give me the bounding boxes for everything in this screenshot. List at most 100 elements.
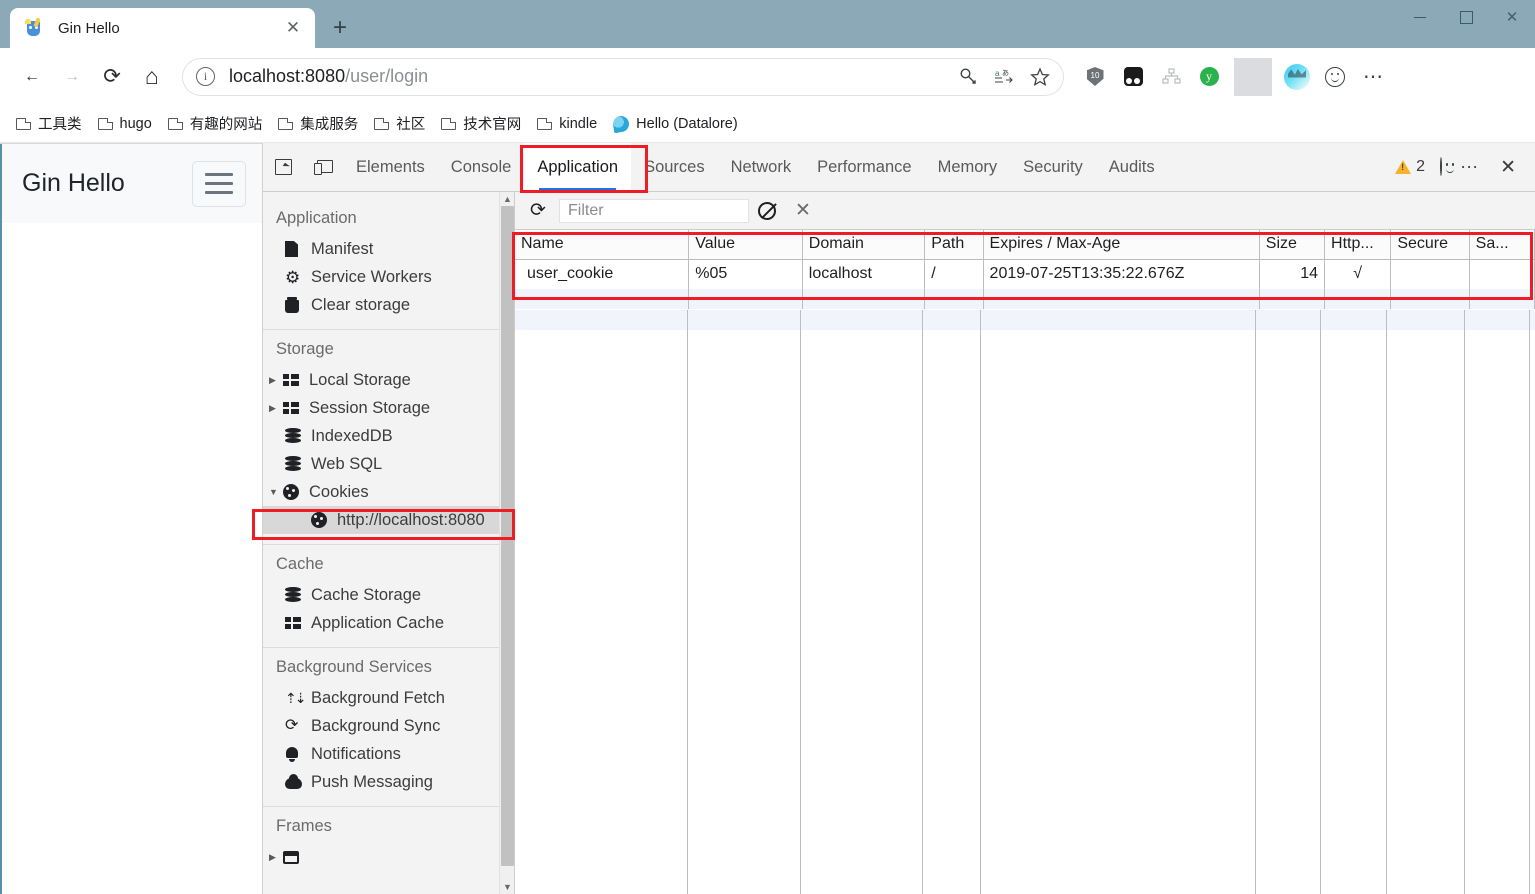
translate-icon[interactable]: aあ (986, 61, 1022, 93)
window-close-button[interactable]: ✕ (1489, 0, 1535, 34)
scroll-up-arrow-icon[interactable]: ▲ (502, 193, 513, 205)
sitemap-icon[interactable] (1152, 58, 1190, 96)
chevron-down-icon[interactable]: ▼ (269, 487, 283, 497)
tab-memory[interactable]: Memory (925, 143, 1011, 191)
column-header-name[interactable]: Name (515, 230, 689, 259)
browser-menu-dots[interactable]: ⋯ (1354, 58, 1392, 96)
sidebar-item-cookie-origin[interactable]: http://localhost:8080 (263, 506, 514, 534)
folder-icon (98, 118, 113, 130)
column-header-httponly[interactable]: Http... (1325, 230, 1391, 259)
tab-elements[interactable]: Elements (343, 143, 438, 191)
sidebar-item-frame[interactable]: ▶ (263, 843, 514, 871)
column-header-expires[interactable]: Expires / Max-Age (983, 230, 1259, 259)
cell-samesite[interactable] (1469, 259, 1534, 289)
sidebar-item-background-sync[interactable]: ⟳ Background Sync (263, 712, 514, 740)
column-header-secure[interactable]: Secure (1391, 230, 1469, 259)
address-bar[interactable]: i localhost:8080/user/login aあ (182, 58, 1064, 96)
refresh-cookies-icon[interactable]: ⟳ (523, 197, 553, 225)
home-icon[interactable]: ⌂ (132, 57, 172, 97)
green-y-icon[interactable]: y (1190, 58, 1228, 96)
chevron-right-icon[interactable]: ▶ (269, 852, 283, 863)
bookmark-item[interactable]: 集成服务 (270, 110, 366, 138)
back-icon[interactable]: ← (12, 57, 52, 97)
tab-security[interactable]: Security (1010, 143, 1096, 191)
clear-all-cookies-icon[interactable] (749, 197, 785, 225)
window-minimize-button[interactable] (1397, 0, 1443, 34)
sidebar-item-cache-storage[interactable]: Cache Storage (263, 581, 514, 609)
cell-path[interactable]: / (925, 259, 983, 289)
cell-expires[interactable]: 2019-07-25T13:35:22.676Z (983, 259, 1259, 289)
shield-icon[interactable]: 10 (1076, 58, 1114, 96)
new-tab-button[interactable]: + (323, 11, 357, 45)
key-icon[interactable] (950, 61, 986, 93)
sidebar-scrollbar[interactable]: ▲ ▼ (499, 192, 514, 894)
cell-value[interactable]: %05 (689, 259, 803, 289)
empty-cell (689, 289, 803, 309)
column-header-samesite[interactable]: Sa... (1469, 230, 1534, 259)
devtools-close-icon[interactable]: ✕ (1491, 156, 1525, 179)
cell-name[interactable]: user_cookie (515, 259, 689, 289)
devtools-more-options-icon[interactable]: ⋯ (1451, 157, 1489, 178)
bookmark-item[interactable]: hugo (90, 110, 160, 138)
column-header-value[interactable]: Value (689, 230, 803, 259)
folder-icon (278, 118, 293, 130)
reload-icon[interactable]: ⟳ (92, 57, 132, 97)
tab-close-icon[interactable]: ✕ (279, 14, 307, 42)
tab-audits[interactable]: Audits (1096, 143, 1168, 191)
device-toolbar-icon[interactable] (303, 143, 343, 191)
bookmark-label: hugo (120, 116, 152, 132)
bookmark-item[interactable]: 有趣的网站 (160, 110, 271, 138)
forward-icon[interactable]: → (52, 57, 92, 97)
chevron-right-icon[interactable]: ▶ (269, 403, 283, 414)
bookmark-item[interactable]: 工具类 (8, 110, 90, 138)
sidebar-item-background-fetch[interactable]: ⇡⇣ Background Fetch (263, 684, 514, 712)
cookies-filter-input[interactable]: Filter (559, 199, 749, 223)
star-icon[interactable] (1022, 61, 1058, 93)
profile-avatar[interactable] (1278, 58, 1316, 96)
chevron-right-icon[interactable]: ▶ (269, 375, 283, 386)
bookmark-item[interactable]: 社区 (366, 110, 433, 138)
column-header-size[interactable]: Size (1259, 230, 1324, 259)
sidebar-item-application-cache[interactable]: Application Cache (263, 609, 514, 637)
tab-sources[interactable]: Sources (631, 143, 718, 191)
inspect-element-icon[interactable] (263, 143, 303, 191)
site-brand[interactable]: Gin Hello (22, 169, 125, 198)
empty-cell (1469, 289, 1534, 309)
smiley-icon[interactable] (1316, 58, 1354, 96)
browser-tab[interactable]: Gin Hello ✕ (10, 8, 315, 48)
tab-network[interactable]: Network (718, 143, 805, 191)
sidebar-item-push-messaging[interactable]: Push Messaging (263, 768, 514, 796)
column-header-path[interactable]: Path (925, 230, 983, 259)
tab-application[interactable]: Application (524, 143, 631, 191)
sidebar-item-indexeddb[interactable]: IndexedDB (263, 422, 514, 450)
browser-toolbar: ← → ⟳ ⌂ i localhost:8080/user/login aあ 1… (0, 48, 1535, 105)
sidebar-item-web-sql[interactable]: Web SQL (263, 450, 514, 478)
sidebar-item-clear-storage[interactable]: Clear storage (263, 291, 514, 319)
cell-secure[interactable] (1391, 259, 1469, 289)
table-row[interactable]: user_cookie %05 localhost / 2019-07-25T1… (515, 259, 1535, 289)
cell-httponly[interactable]: √ (1325, 259, 1391, 289)
scrollbar-thumb[interactable] (501, 206, 514, 866)
sidebar-item-notifications[interactable]: Notifications (263, 740, 514, 768)
hamburger-menu-button[interactable] (192, 161, 246, 207)
sidebar-item-service-workers[interactable]: ⚙ Service Workers (263, 263, 514, 291)
bookmark-item[interactable]: Hello (Datalore) (605, 110, 746, 138)
dark-square-icon[interactable] (1114, 58, 1152, 96)
tab-console[interactable]: Console (438, 143, 525, 191)
sidebar-item-cookies[interactable]: ▼ Cookies (263, 478, 514, 506)
sidebar-item-local-storage[interactable]: ▶ Local Storage (263, 366, 514, 394)
window-maximize-button[interactable] (1443, 0, 1489, 34)
bookmark-item[interactable]: 技术官网 (433, 110, 529, 138)
tab-performance[interactable]: Performance (804, 143, 924, 191)
site-info-icon[interactable]: i (196, 67, 215, 86)
scroll-down-arrow-icon[interactable]: ▼ (502, 881, 513, 893)
sidebar-item-manifest[interactable]: Manifest (263, 235, 514, 263)
devtools-feedback-smiley-icon[interactable] (1433, 158, 1449, 176)
warning-badge[interactable]: 2 (1389, 158, 1431, 176)
bookmark-item[interactable]: kindle (529, 110, 605, 138)
column-header-domain[interactable]: Domain (802, 230, 925, 259)
sidebar-item-session-storage[interactable]: ▶ Session Storage (263, 394, 514, 422)
delete-selected-cookie-icon[interactable]: ✕ (785, 197, 821, 225)
cell-domain[interactable]: localhost (802, 259, 925, 289)
cell-size[interactable]: 14 (1259, 259, 1324, 289)
